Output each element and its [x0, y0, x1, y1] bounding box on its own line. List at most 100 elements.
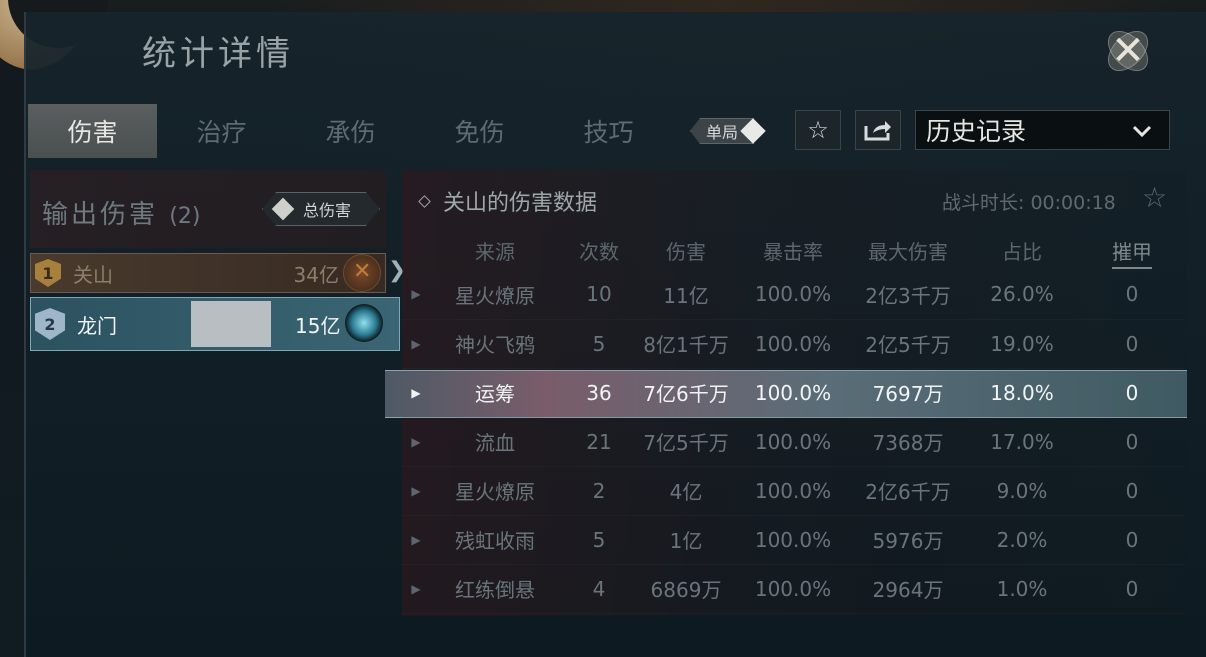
cell-crit-rate: 100.0% — [754, 429, 832, 454]
play-icon: ▶ — [411, 532, 421, 547]
cell-crit-rate: 100.0% — [754, 380, 832, 405]
total-damage-frame: 总伤害 — [262, 192, 380, 226]
play-icon: ▶ — [411, 581, 421, 596]
output-damage-label: 输出伤害 — [42, 200, 159, 230]
cell-source: 流血 — [475, 431, 515, 455]
chevron-down-icon — [1131, 119, 1153, 147]
play-icon: ▶ — [411, 336, 421, 351]
col-damage[interactable]: 伤害 — [638, 230, 734, 270]
cell-percentage: 2.0% — [996, 527, 1048, 552]
cell-max-damage: 7697万 — [872, 382, 944, 406]
table-header: 来源 次数 伤害 暴击率 最大伤害 占比 摧甲 — [402, 230, 1184, 270]
history-label: 历史记录 — [926, 117, 1027, 146]
table-row[interactable]: ▶ 红练倒悬 4 6869万 100.0% 2964万 1.0% 0 — [402, 564, 1184, 613]
player-damage: 34亿 — [293, 262, 339, 287]
col-crit-rate[interactable]: 暴击率 — [734, 230, 852, 270]
cell-percentage: 17.0% — [990, 429, 1054, 454]
play-column — [402, 230, 430, 270]
star-icon[interactable]: ☆ — [1142, 181, 1167, 214]
diamond-icon — [418, 194, 431, 208]
player-name: 关山 — [73, 262, 113, 287]
cell-count: 5 — [592, 527, 606, 552]
rank-badge: 2 — [35, 308, 65, 340]
tab-damage-mitigated[interactable]: 免伤 — [415, 104, 544, 158]
single-round-toggle[interactable]: 单局 — [690, 117, 776, 145]
table-row[interactable]: ▶ 运筹 36 7亿6千万 100.0% 7697万 18.0% 0 — [402, 368, 1184, 417]
tab-damage[interactable]: 伤害 — [28, 104, 157, 158]
table-row[interactable]: ▶ 星火燎原 2 4亿 100.0% 2亿6千万 9.0% 0 — [402, 466, 1184, 515]
selected-arrow-icon: ❯ — [388, 258, 407, 283]
player-name: 龙门 — [77, 313, 117, 338]
tab-bar: 伤害 治疗 承伤 免伤 技巧 — [28, 104, 673, 158]
cell-damage: 7亿6千万 — [643, 382, 729, 406]
cell-source: 星火燎原 — [455, 480, 535, 504]
school-icon — [343, 254, 381, 292]
cell-percentage: 26.0% — [990, 282, 1054, 307]
total-damage-button[interactable]: 总伤害 — [262, 192, 380, 226]
cell-armor-break: 0 — [1125, 331, 1139, 356]
cell-source: 星火燎原 — [455, 283, 535, 308]
cell-armor-break: 0 — [1125, 576, 1139, 601]
play-icon: ▶ — [411, 385, 421, 400]
player-damage: 15亿 — [295, 313, 341, 338]
play-icon: ▶ — [411, 434, 421, 449]
player-row-2[interactable]: 2 龙门 15亿 — [30, 297, 400, 351]
history-dropdown[interactable]: 历史记录 — [915, 110, 1170, 150]
output-damage-header: 输出伤害 (2) 总伤害 — [30, 170, 386, 248]
cell-damage: 1亿 — [669, 529, 703, 553]
rank-badge: 1 — [35, 259, 61, 287]
total-damage-label: 总伤害 — [303, 201, 352, 220]
table-row[interactable]: ▶ 星火燎原 10 11亿 100.0% 2亿3千万 26.0% 0 — [402, 270, 1184, 319]
cell-crit-rate: 100.0% — [754, 527, 832, 552]
tab-damage-taken[interactable]: 承伤 — [286, 104, 415, 158]
col-percentage[interactable]: 占比 — [964, 230, 1080, 270]
cell-damage: 11亿 — [663, 283, 709, 308]
col-count[interactable]: 次数 — [560, 230, 638, 270]
cell-crit-rate: 100.0% — [754, 331, 832, 356]
cell-armor-break: 0 — [1125, 429, 1139, 454]
cell-percentage: 9.0% — [996, 478, 1048, 503]
play-icon: ▶ — [411, 287, 421, 302]
cell-max-damage: 2亿3千万 — [865, 283, 951, 308]
cell-max-damage: 5976万 — [872, 529, 944, 553]
cell-crit-rate: 100.0% — [754, 478, 832, 503]
favorite-button[interactable]: ☆ — [795, 110, 841, 150]
cell-max-damage: 2964万 — [872, 578, 944, 602]
cell-max-damage: 2亿5千万 — [865, 333, 951, 357]
cell-count: 21 — [586, 429, 612, 454]
cell-count: 10 — [586, 282, 612, 307]
player-row-1[interactable]: 1 关山 34亿 — [30, 253, 386, 293]
star-icon: ☆ — [807, 116, 829, 144]
damage-table: 来源 次数 伤害 暴击率 最大伤害 占比 摧甲 ▶ 星火燎原 10 11亿 100.0%… — [402, 230, 1184, 614]
redacted-block — [191, 301, 271, 347]
tab-skill[interactable]: 技巧 — [544, 104, 673, 158]
cell-armor-break: 0 — [1125, 282, 1139, 307]
school-icon — [345, 304, 383, 342]
table-row[interactable]: ▶ 流血 21 7亿5千万 100.0% 7368万 17.0% 0 — [402, 417, 1184, 466]
col-max-damage[interactable]: 最大伤害 — [852, 230, 964, 270]
cell-source: 运筹 — [475, 382, 515, 406]
close-icon: ✕ — [1111, 28, 1145, 74]
play-icon: ▶ — [411, 483, 421, 498]
cell-percentage: 1.0% — [996, 576, 1048, 601]
window-title: 统计详情 — [142, 34, 294, 74]
detail-title-text: 关山的伤害数据 — [443, 191, 598, 216]
cell-percentage: 18.0% — [990, 380, 1054, 405]
cell-damage: 7亿5千万 — [643, 431, 729, 455]
close-button[interactable]: ✕ — [1096, 22, 1160, 80]
cell-crit-rate: 100.0% — [754, 282, 832, 307]
col-source[interactable]: 来源 — [430, 230, 560, 270]
tab-healing[interactable]: 治疗 — [157, 104, 286, 158]
cell-max-damage: 2亿6千万 — [865, 480, 951, 504]
cell-percentage: 19.0% — [990, 331, 1054, 356]
diamond-icon — [272, 198, 295, 221]
cell-count: 36 — [586, 380, 612, 405]
share-button[interactable] — [855, 110, 901, 150]
cell-armor-break: 0 — [1125, 380, 1139, 405]
output-damage-title: 输出伤害 (2) — [42, 194, 200, 231]
cell-damage: 4亿 — [669, 480, 703, 504]
cell-crit-rate: 100.0% — [754, 576, 832, 601]
col-armor-break[interactable]: 摧甲 — [1080, 230, 1184, 270]
table-row[interactable]: ▶ 残虹收雨 5 1亿 100.0% 5976万 2.0% 0 — [402, 515, 1184, 564]
table-row[interactable]: ▶ 神火飞鸦 5 8亿1千万 100.0% 2亿5千万 19.0% 0 — [402, 319, 1184, 368]
